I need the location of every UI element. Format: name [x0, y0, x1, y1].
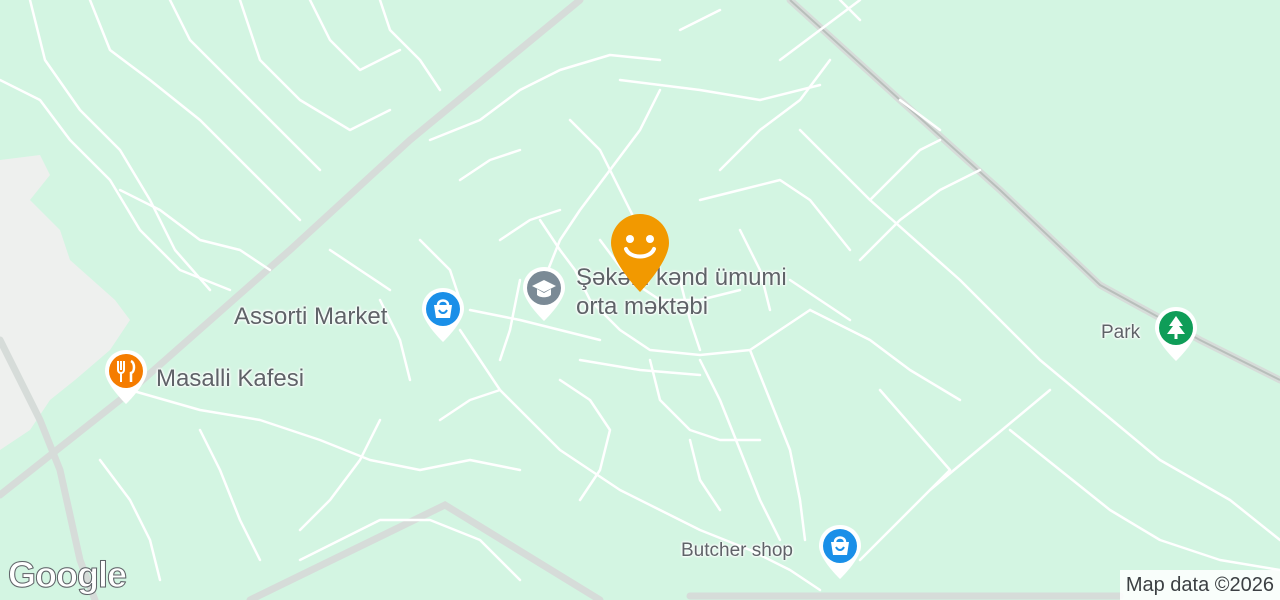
poi-label-butcher: Butcher shop	[681, 540, 793, 561]
poi-label-assorti: Assorti Market	[234, 303, 388, 330]
shopping-bag-icon	[819, 525, 861, 579]
map-canvas[interactable]: Şəkərli kənd ümumi orta məktəbi Assorti …	[0, 0, 1280, 600]
highway-center-lines	[789, 0, 1280, 381]
school-cap-icon	[523, 267, 565, 321]
shopping-bag-icon	[422, 288, 464, 342]
smiley-pin-icon	[611, 214, 669, 292]
tree-icon	[1155, 307, 1197, 361]
fork-knife-icon	[105, 350, 147, 404]
map-attribution[interactable]: Map data ©2026	[1119, 570, 1280, 600]
google-logo[interactable]: Google	[8, 554, 128, 596]
poi-label-park: Park	[1101, 322, 1141, 343]
poi-label-masalli: Masalli Kafesi	[156, 365, 305, 392]
user-location-marker[interactable]	[608, 212, 672, 301]
